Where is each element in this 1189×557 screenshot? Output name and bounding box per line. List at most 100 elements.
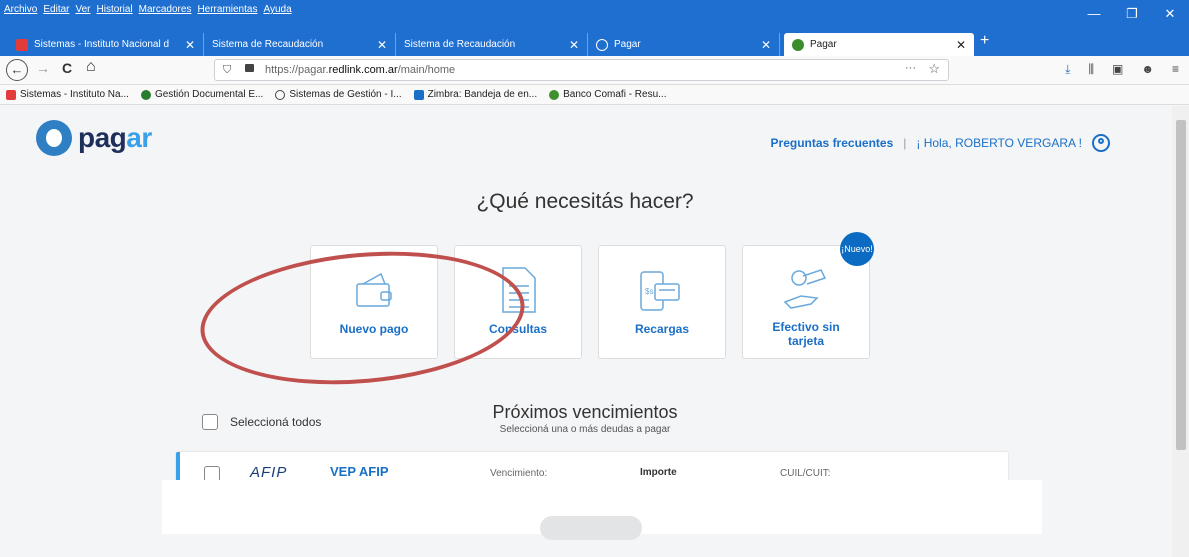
- menu-archivo[interactable]: Archivo: [4, 4, 37, 15]
- user-icon[interactable]: [1092, 134, 1110, 152]
- bookmark-comafi[interactable]: Banco Comafi - Resu...: [549, 89, 666, 100]
- card-label: Efectivo sin tarjeta: [772, 320, 840, 348]
- globe-icon: [275, 89, 286, 100]
- zimbra-icon: [413, 89, 424, 100]
- cash-hand-icon: [783, 269, 827, 309]
- user-greeting[interactable]: ¡ Hola, ROBERTO VERGARA !: [916, 136, 1082, 150]
- pagar-logo-icon: [36, 120, 72, 156]
- bookmark-sistemas[interactable]: Sistemas - Instituto Na...: [6, 89, 129, 100]
- downloads-icon[interactable]: ⤓: [1065, 62, 1070, 77]
- card-label: Recargas: [634, 322, 690, 336]
- tab-strip: Sistemas - Instituto Nacional d ✕ Sistem…: [0, 30, 1189, 56]
- logo-text: pagar: [78, 122, 152, 154]
- bookmark-label: Banco Comafi - Resu...: [563, 89, 667, 100]
- tab-pagar-1[interactable]: Pagar ✕: [588, 33, 780, 56]
- library-icon[interactable]: ⫼: [1088, 62, 1094, 77]
- card-recargas[interactable]: $s Recargas: [598, 245, 726, 359]
- menu-herramientas[interactable]: Herramientas: [197, 4, 257, 15]
- vertical-scrollbar[interactable]: [1172, 106, 1189, 557]
- tab-recaudacion-2[interactable]: Sistema de Recaudación ✕: [396, 33, 588, 56]
- close-tab-icon[interactable]: ✕: [569, 38, 579, 52]
- url-path: /main/home: [397, 64, 456, 76]
- reload-button[interactable]: C: [62, 60, 72, 76]
- card-label: Nuevo pago: [339, 322, 409, 336]
- tab-title: Sistema de Recaudación: [404, 39, 516, 50]
- shield-icon: ⛉: [223, 64, 232, 76]
- tab-title: Sistema de Recaudación: [212, 39, 324, 50]
- upcoming-title: Próximos vencimientos: [492, 402, 678, 422]
- page-title: ¿Qué necesitás hacer?: [476, 190, 694, 213]
- close-tab-icon[interactable]: ✕: [956, 38, 966, 52]
- document-icon: [502, 267, 536, 313]
- bookmark-label: Gestión Documental E...: [154, 89, 264, 100]
- forward-button[interactable]: →: [36, 60, 50, 76]
- minimize-button[interactable]: —: [1075, 6, 1113, 22]
- tab-title: Pagar: [614, 39, 641, 50]
- bookmark-label: Sistemas - Instituto Na...: [20, 89, 129, 100]
- afip-logo: AFIP: [250, 464, 288, 481]
- new-tab-button[interactable]: +: [980, 32, 989, 50]
- close-window-button[interactable]: ✕: [1151, 6, 1189, 22]
- url-prefix: https://pagar.: [265, 64, 329, 76]
- close-tab-icon[interactable]: ✕: [377, 38, 387, 52]
- pagar-favicon-icon: [596, 38, 608, 51]
- bookmark-star-icon[interactable]: ☆: [928, 59, 940, 79]
- logo-main: pag: [78, 122, 127, 153]
- sidebar-icon[interactable]: ▣: [1112, 62, 1123, 77]
- svg-text:$s: $s: [645, 287, 653, 296]
- back-button[interactable]: ←: [6, 59, 28, 81]
- menu-bar: Archivo Editar Ver Historial Marcadores …: [0, 0, 1189, 30]
- upcoming-subtitle: Seleccioná una o más deudas a pagar: [499, 424, 671, 435]
- menu-ver[interactable]: Ver: [75, 4, 90, 15]
- page-actions-icon[interactable]: ···: [905, 58, 916, 78]
- card-label: Consultas: [488, 322, 547, 336]
- menu-historial[interactable]: Historial: [97, 4, 133, 15]
- scrollbar-thumb[interactable]: [1176, 120, 1186, 450]
- page-content: pagar Preguntas frecuentes | ¡ Hola, ROB…: [0, 106, 1170, 557]
- phone-card-icon: $s: [640, 271, 680, 311]
- url-text: https://pagar.redlink.com.ar/main/home: [265, 60, 455, 80]
- tab-title: Pagar: [810, 39, 837, 50]
- header-links: Preguntas frecuentes | ¡ Hola, ROBERTO V…: [771, 134, 1110, 152]
- cuil-label: CUIL/CUIT:: [780, 468, 831, 479]
- tab-sistemas[interactable]: Sistemas - Instituto Nacional d ✕: [8, 33, 204, 56]
- amount-label: Importe: [640, 467, 677, 478]
- menu-ayuda[interactable]: Ayuda: [263, 4, 291, 15]
- window-controls: — ❐ ✕: [1075, 6, 1189, 22]
- maximize-button[interactable]: ❐: [1113, 6, 1151, 22]
- url-domain: redlink.com.ar: [328, 64, 398, 76]
- bookmark-sistemas-gestion[interactable]: Sistemas de Gestión - I...: [275, 89, 402, 100]
- card-nuevo-pago[interactable]: Nuevo pago: [310, 245, 438, 359]
- close-tab-icon[interactable]: ✕: [185, 38, 195, 52]
- hamburger-menu-icon[interactable]: ≡: [1172, 62, 1179, 77]
- header-separator: |: [903, 136, 907, 150]
- account-icon[interactable]: ☻: [1141, 62, 1154, 77]
- nav-bar: ← → C ⌂ ⛉ https://pagar.redlink.com.ar/m…: [0, 56, 1189, 85]
- bookmark-gestion-documental[interactable]: Gestión Documental E...: [140, 89, 264, 100]
- bookmark-zimbra[interactable]: Zimbra: Bandeja de en...: [413, 89, 537, 100]
- bottom-pill-button[interactable]: [540, 516, 642, 540]
- tab-pagar-active[interactable]: Pagar ✕: [784, 33, 974, 56]
- home-button[interactable]: ⌂: [86, 58, 96, 76]
- menu-marcadores[interactable]: Marcadores: [139, 4, 192, 15]
- bookmark-label: Sistemas de Gestión - I...: [289, 89, 402, 100]
- logo-accent: ar: [126, 122, 152, 153]
- institute-favicon-icon: [16, 38, 28, 51]
- faq-link[interactable]: Preguntas frecuentes: [771, 136, 894, 150]
- bookmark-favicon-icon: [140, 89, 151, 100]
- close-tab-icon[interactable]: ✕: [761, 38, 771, 52]
- url-bar[interactable]: ⛉ https://pagar.redlink.com.ar/main/home…: [214, 59, 949, 81]
- menu-editar[interactable]: Editar: [43, 4, 69, 15]
- pagar-favicon-icon: [792, 38, 804, 51]
- tab-recaudacion-1[interactable]: Sistema de Recaudación ✕: [204, 33, 396, 56]
- due-date-label: Vencimiento:: [490, 468, 548, 479]
- toolbar-tools: ⤓ ⫼ ▣ ☻ ≡: [1065, 62, 1179, 77]
- card-consultas[interactable]: Consultas: [454, 245, 582, 359]
- pagar-logo[interactable]: pagar: [36, 120, 152, 156]
- card-efectivo-sin-tarjeta[interactable]: ¡Nuevo! Efectivo sin tarjeta: [742, 232, 874, 359]
- wallet-icon: [356, 272, 392, 307]
- new-badge: ¡Nuevo!: [840, 232, 874, 266]
- menu: Archivo Editar Ver Historial Marcadores …: [4, 4, 292, 15]
- tab-title: Sistemas - Instituto Nacional d: [34, 39, 170, 50]
- bookmarks-bar: Sistemas - Instituto Na... Gestión Docum…: [0, 85, 1189, 105]
